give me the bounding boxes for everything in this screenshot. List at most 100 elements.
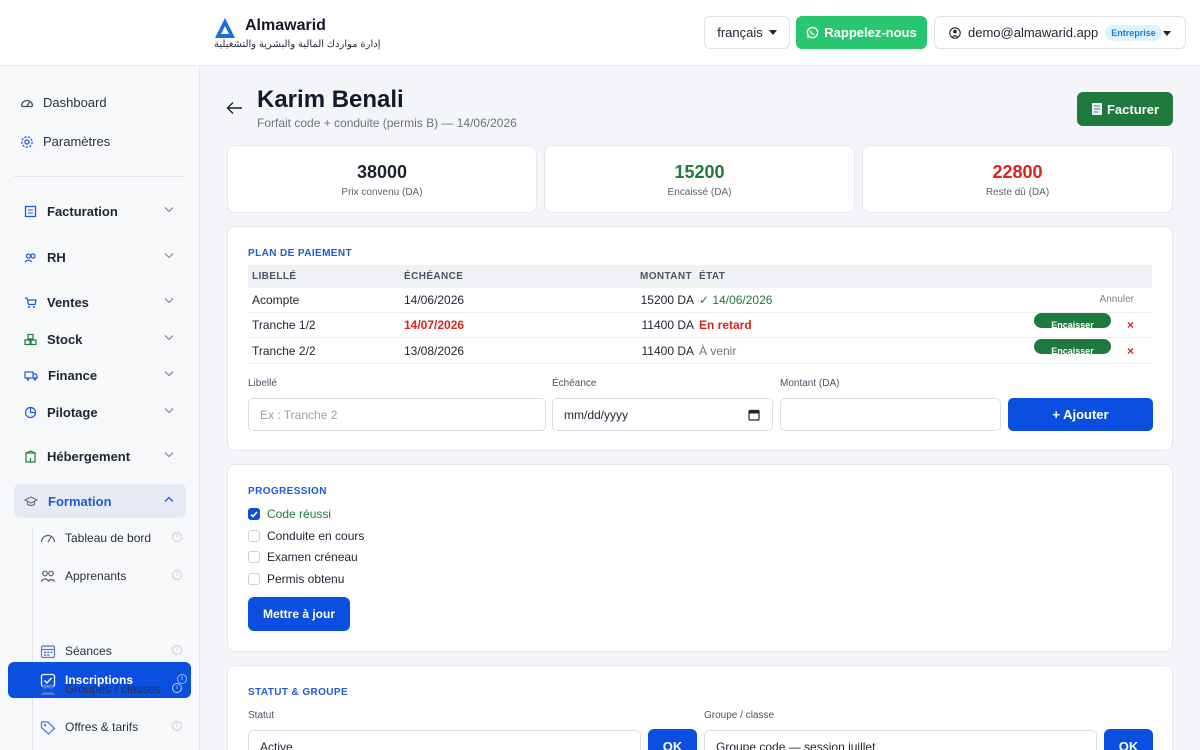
checkbox-examen-creneau[interactable]: Examen créneau — [248, 550, 358, 564]
brand-subtitle: إدارة مواردك المالية والبشرية والتشغيلية — [214, 39, 381, 50]
checkbox-label: Code réussi — [267, 507, 332, 521]
page-title: Karim Benali — [257, 86, 404, 113]
table-row: Acompte 14/06/2026 15200 DA ✓ 14/06/2026… — [248, 288, 1152, 313]
chevron-down-icon — [164, 298, 174, 304]
update-progress-button[interactable]: Mettre à jour — [248, 597, 350, 631]
checkbox-label: Examen créneau — [267, 550, 358, 564]
sidebar-group-finance[interactable]: Finance — [14, 358, 186, 392]
group-select-value: Groupe code — session juillet — [716, 739, 876, 750]
add-installment-button[interactable]: + Ajouter — [1008, 398, 1153, 431]
amount-input[interactable] — [780, 398, 1001, 431]
sidebar-item-offres-tarifs[interactable]: Offres & tarifs i — [40, 709, 186, 745]
row-status: À venir — [699, 344, 737, 358]
sidebar-group-label: Stock — [47, 331, 83, 347]
sidebar-group-label: Ventes — [47, 294, 89, 310]
gauge-icon — [40, 534, 56, 543]
checkbox-code-reussi[interactable]: Code réussi — [248, 507, 331, 521]
sidebar-item-label: Tableau de bord — [65, 531, 152, 545]
status-select[interactable]: Active — [248, 730, 641, 750]
info-icon[interactable]: i — [172, 683, 182, 693]
table-row: Tranche 2/2 13/08/2026 11400 DA À venir … — [248, 339, 1152, 364]
boxes-icon — [24, 333, 37, 345]
row-due-date: 13/08/2026 — [404, 344, 465, 358]
stat-card-agreed-price: 38000 Prix convenu (DA) — [227, 145, 537, 213]
plan-badge: Entreprise — [1105, 24, 1162, 41]
checkbox-unchecked-icon[interactable] — [248, 573, 260, 585]
collect-payment-button[interactable]: Encaisser — [1034, 313, 1111, 330]
chevron-down-icon — [164, 452, 174, 458]
column-header: MONTANT — [640, 271, 693, 282]
stat-card-remaining: 22800 Reste dû (DA) — [862, 145, 1173, 213]
label-field-label: Libellé — [248, 378, 277, 389]
status-ok-button[interactable]: OK — [648, 729, 697, 750]
sidebar-item-apprenants[interactable]: Apprenants i — [40, 558, 186, 594]
delete-icon[interactable]: × — [1127, 313, 1134, 337]
sidebar: Dashboard Paramètres Facturation RH Vent… — [0, 66, 200, 750]
info-icon[interactable]: i — [172, 570, 182, 580]
user-menu[interactable]: demo@almawarid.app Entreprise — [934, 16, 1186, 49]
checkbox-unchecked-icon[interactable] — [248, 551, 260, 563]
info-icon[interactable]: i — [172, 532, 182, 542]
calendar-icon[interactable] — [748, 409, 760, 421]
payment-plan-panel: PLAN DE PAIEMENT LIBELLÉ ÉCHÉANCE MONTAN… — [227, 226, 1173, 451]
users-icon — [40, 570, 56, 582]
sidebar-divider — [14, 176, 184, 177]
graduation-cap-icon — [24, 495, 38, 506]
column-header: ÉCHÉANCE — [404, 271, 464, 282]
sidebar-item-seances[interactable]: Séances i — [40, 633, 186, 669]
language-dropdown[interactable]: français — [704, 16, 790, 49]
sidebar-item-tableau-de-bord[interactable]: Tableau de bord i — [40, 520, 186, 556]
group-ok-button[interactable]: OK — [1104, 729, 1153, 750]
chevron-down-icon — [164, 335, 174, 341]
chevron-down-icon — [164, 408, 174, 414]
sidebar-item-label: Dashboard — [43, 95, 107, 110]
callback-button[interactable]: Rappelez-nous — [796, 16, 927, 49]
status-group-panel: STATUT & GROUPE Statut Active OK Groupe … — [227, 665, 1173, 750]
sidebar-group-pilotage[interactable]: Pilotage — [14, 395, 186, 429]
info-icon[interactable]: i — [172, 645, 182, 655]
label-input[interactable]: Ex : Tranche 2 — [248, 398, 546, 431]
due-date-input[interactable]: mm/dd/yyyy — [552, 398, 773, 431]
back-arrow-icon[interactable] — [226, 101, 243, 115]
sidebar-group-label: RH — [47, 249, 66, 265]
checkbox-permis-obtenu[interactable]: Permis obtenu — [248, 572, 344, 586]
delete-icon[interactable]: × — [1127, 339, 1134, 363]
cancel-payment-link[interactable]: Annuler — [1100, 288, 1134, 312]
dashboard-icon — [20, 99, 34, 107]
sidebar-item-groupes-classes[interactable]: Groupes / classes i — [40, 671, 186, 707]
checkbox-unchecked-icon[interactable] — [248, 530, 260, 542]
stat-label: Encaissé (DA) — [667, 187, 732, 198]
sidebar-group-hebergement[interactable]: Hébergement — [14, 439, 186, 473]
checkbox-checked-icon[interactable] — [248, 508, 260, 520]
sidebar-group-formation[interactable]: Formation — [14, 484, 186, 518]
sidebar-group-rh[interactable]: RH — [14, 240, 186, 274]
table-row: Tranche 1/2 14/07/2026 11400 DA En retar… — [248, 313, 1152, 338]
sidebar-group-ventes[interactable]: Ventes — [14, 285, 186, 319]
group-select[interactable]: Groupe code — session juillet — [704, 730, 1097, 750]
sidebar-group-facturation[interactable]: Facturation — [14, 194, 186, 228]
column-header: LIBELLÉ — [252, 271, 297, 282]
sidebar-group-stock[interactable]: Stock — [14, 322, 186, 356]
row-label: Tranche 2/2 — [252, 344, 316, 358]
sidebar-item-dashboard[interactable]: Dashboard — [20, 95, 107, 110]
row-due-date: 14/07/2026 — [404, 318, 465, 332]
sidebar-group-label: Formation — [48, 493, 112, 509]
section-title: PROGRESSION — [248, 486, 327, 497]
group-field-label: Groupe / classe — [704, 710, 775, 721]
sidebar-item-parametres[interactable]: Paramètres — [20, 134, 110, 149]
stat-value: 15200 — [674, 162, 725, 182]
brand-logo-icon — [215, 18, 235, 38]
row-status: En retard — [699, 318, 752, 332]
row-amount: 11400 DA — [641, 318, 694, 332]
row-label: Tranche 1/2 — [252, 318, 316, 332]
sidebar-item-label: Séances — [65, 644, 112, 658]
info-icon[interactable]: i — [172, 721, 182, 731]
status-select-value: Active — [260, 739, 293, 750]
collect-payment-button[interactable]: Encaisser — [1034, 339, 1111, 356]
sidebar-group-label: Finance — [48, 367, 98, 383]
invoice-button[interactable]: Facturer — [1077, 92, 1173, 126]
receipt-icon — [1091, 103, 1102, 115]
checkbox-conduite-en-cours[interactable]: Conduite en cours — [248, 529, 364, 543]
sidebar-item-label: Paramètres — [43, 134, 111, 149]
chevron-down-icon — [164, 253, 174, 259]
